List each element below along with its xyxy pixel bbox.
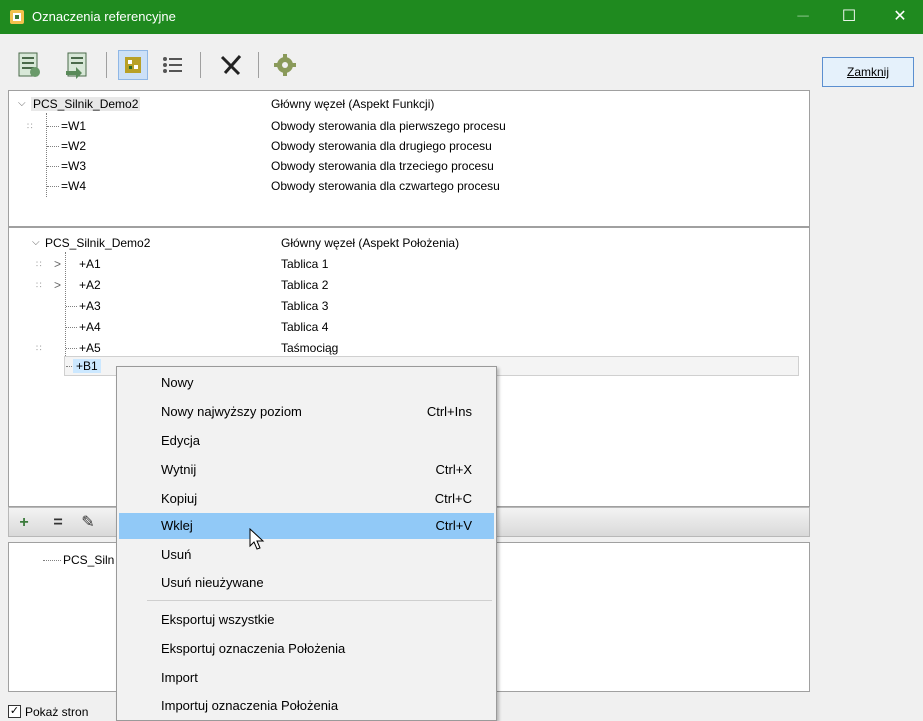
chevron-down-icon[interactable]: ⌵ [32,237,40,248]
tree-node-label: PCS_Silnik_Demo2 [45,236,151,250]
grid-icon: ∷ [36,280,42,290]
tree-row[interactable]: ∷ =W1 Obwody sterowania dla pierwszego p… [9,116,809,136]
tree-node-description: Obwody sterowania dla czwartego procesu [271,179,500,193]
tree-node-label: +A4 [79,320,101,334]
tree-row[interactable]: ∷ +A5 Taśmociąg [9,338,809,358]
tree-node-description: Główny węzeł (Aspekt Położenia) [281,236,460,250]
minimize-button[interactable]: ─ [780,0,826,34]
title-bar: Oznaczenia referencyjne ─ ☐ ✕ [0,0,923,34]
tree-node-description: Tablica 1 [281,257,329,271]
tree-node-label: +A3 [79,299,101,313]
document-arrow-icon[interactable] [63,50,93,80]
close-button[interactable]: Zamknij [822,57,914,87]
tree-node-label: =W2 [61,139,87,153]
toolbar-separator [200,52,201,78]
menu-separator [147,600,492,601]
menu-item-cut[interactable]: Wytnij Ctrl+X [119,457,494,483]
checkbox-label: Pokaż stron [25,705,89,719]
tree-view-icon[interactable] [118,50,148,80]
menu-item-export-location[interactable]: Eksportuj oznaczenia Położenia [119,636,494,662]
tree-row[interactable]: ∷ > +A2 Tablica 2 [9,275,809,295]
tree-row[interactable]: ⌵ PCS_Silnik_Demo2 Główny węzeł (Aspekt … [9,94,809,114]
cut-tool-icon[interactable] [216,50,246,80]
tree-node-label: +A5 [79,341,101,355]
menu-item-copy[interactable]: Kopiuj Ctrl+C [119,486,494,512]
menu-item-delete-unused[interactable]: Usuń nieużywane [119,570,494,596]
tree-row[interactable]: =W4 Obwody sterowania dla czwartego proc… [9,176,809,196]
tree-row[interactable]: +A4 Tablica 4 [9,317,809,337]
tree-node-label: +B1 [73,359,101,373]
tree-row[interactable]: =W3 Obwody sterowania dla trzeciego proc… [9,156,809,176]
grid-icon: ∷ [36,259,42,269]
close-window-button[interactable]: ✕ [877,0,923,34]
chevron-right-icon[interactable]: > [54,278,61,292]
tree-node-label: PCS_Silnik_Demo2 [31,97,141,111]
remove-button[interactable]: = [49,513,67,533]
close-button-label: Zamknij [846,65,889,79]
tree-node-description: Tablica 3 [281,299,329,313]
window: Oznaczenia referencyjne ─ ☐ ✕ Zamknij ⌵ … [0,0,923,721]
tree-node-description: Tablica 2 [281,278,329,292]
menu-item-delete[interactable]: Usuń [119,542,494,568]
toolbar-separator [258,52,259,78]
toolbar-separator [106,52,107,78]
tree-node-description: Obwody sterowania dla trzeciego procesu [271,159,494,173]
tree-node-description: Obwody sterowania dla pierwszego procesu [271,119,506,133]
tree-row[interactable]: ⌵ PCS_Silnik_Demo2 Główny węzeł (Aspekt … [9,233,809,253]
function-aspect-tree[interactable]: ⌵ PCS_Silnik_Demo2 Główny węzeł (Aspekt … [8,90,810,227]
tree-node-label: =W4 [61,179,87,193]
tree-node-label: =W1 [61,119,87,133]
chevron-down-icon[interactable]: ⌵ [18,98,26,109]
context-menu: Nowy Nowy najwyższy poziom Ctrl+Ins Edycj… [116,366,497,721]
mouse-pointer-icon [249,528,265,550]
window-title: Oznaczenia referencyjne [32,9,176,24]
menu-item-edit[interactable]: Edycja [119,428,494,454]
tree-row[interactable]: =W2 Obwody sterowania dla drugiego proce… [9,136,809,156]
tree-row[interactable]: +A3 Tablica 3 [9,296,809,316]
gear-icon[interactable] [270,50,300,80]
menu-item-paste[interactable]: Wklej Ctrl+V [119,513,494,539]
tree-node-label: +A2 [79,278,101,292]
menu-item-new-top-level[interactable]: Nowy najwyższy poziom Ctrl+Ins [119,399,494,425]
tree-node-label: +A1 [79,257,101,271]
edit-button[interactable]: ✎ [79,513,97,533]
tree-node-label: PCS_Siln [63,553,115,567]
menu-item-export-all[interactable]: Eksportuj wszystkie [119,607,494,633]
grid-icon: ∷ [27,121,33,131]
app-icon [10,10,24,24]
tree-node-label: =W3 [61,159,87,173]
maximize-button[interactable]: ☐ [826,0,872,34]
checkbox-box[interactable]: ✓ [8,705,21,718]
menu-item-import[interactable]: Import [119,665,494,691]
tree-row[interactable]: ∷ > +A1 Tablica 1 [9,254,809,274]
tree-node-description: Obwody sterowania dla drugiego procesu [271,139,492,153]
tree-node-description: Taśmociąg [281,341,339,355]
document-icon[interactable] [14,50,44,80]
tree-node-description: Główny węzeł (Aspekt Funkcji) [271,97,435,111]
add-button[interactable]: + [15,513,33,533]
grid-icon: ∷ [36,343,42,353]
menu-item-nowy[interactable]: Nowy [119,370,494,396]
list-view-icon[interactable] [158,50,188,80]
tree-node-description: Tablica 4 [281,320,329,334]
toolbar [8,40,808,90]
menu-item-import-location[interactable]: Importuj oznaczenia Położenia [119,693,494,719]
chevron-right-icon[interactable]: > [54,257,61,271]
